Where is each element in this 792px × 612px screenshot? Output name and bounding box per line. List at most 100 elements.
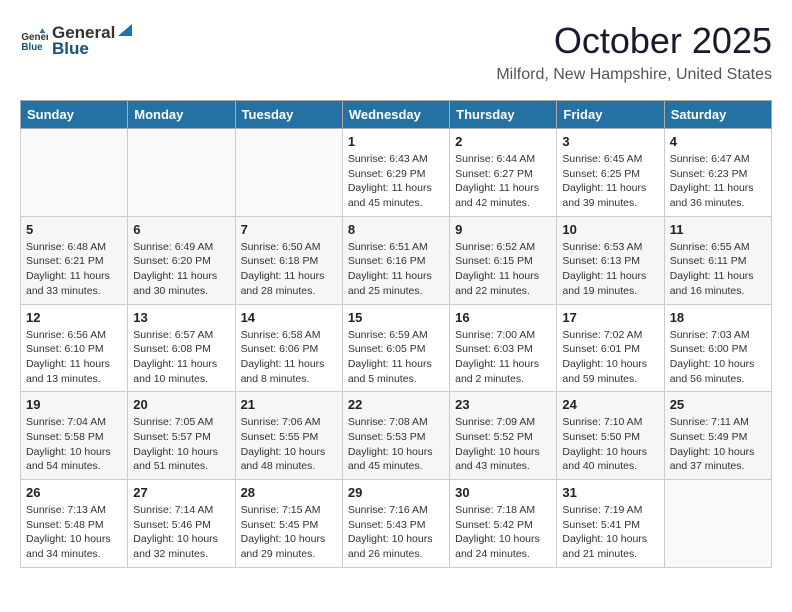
day-info: Sunrise: 6:57 AM Sunset: 6:08 PM Dayligh… [133,328,229,387]
day-number: 12 [26,310,122,325]
calendar-cell: 14Sunrise: 6:58 AM Sunset: 6:06 PM Dayli… [235,304,342,392]
calendar-cell: 17 Sunrise: 7:02 AM Sunset: 6:01 PM Dayli… [557,304,664,392]
day-number: 20 [133,397,229,412]
calendar-cell [21,129,128,217]
day-number: 25 [670,397,766,412]
day-number: 15 [348,310,444,325]
page-header: General Blue General Blue October 2025 M… [20,20,772,84]
calendar-cell: 29Sunrise: 7:16 AM Sunset: 5:43 PM Dayli… [342,480,449,568]
day-info: Sunrise: 6:45 AM Sunset: 6:25 PM Dayligh… [562,152,658,211]
day-number: 17 [562,310,658,325]
svg-text:Blue: Blue [21,41,43,52]
day-number: 18 [670,310,766,325]
calendar-cell: 8 Sunrise: 6:51 AM Sunset: 6:16 PM Daylig… [342,216,449,304]
calendar-cell: 7 Sunrise: 6:50 AM Sunset: 6:18 PM Daylig… [235,216,342,304]
logo-triangle-icon [116,20,134,38]
calendar-cell [664,480,771,568]
day-info: Sunrise: 6:53 AM Sunset: 6:13 PM Dayligh… [562,240,658,299]
weekday-header-monday: Monday [128,101,235,129]
day-info: Sunrise: 7:05 AM Sunset: 5:57 PM Dayligh… [133,415,229,474]
day-info: Sunrise: 7:16 AM Sunset: 5:43 PM Dayligh… [348,503,444,562]
day-info: Sunrise: 7:18 AM Sunset: 5:42 PM Dayligh… [455,503,551,562]
day-number: 31 [562,485,658,500]
day-number: 3 [562,134,658,149]
calendar-cell: 9 Sunrise: 6:52 AM Sunset: 6:15 PM Daylig… [450,216,557,304]
day-number: 24 [562,397,658,412]
calendar-cell: 18 Sunrise: 7:03 AM Sunset: 6:00 PM Dayli… [664,304,771,392]
calendar-cell: 31Sunrise: 7:19 AM Sunset: 5:41 PM Dayli… [557,480,664,568]
weekday-header-tuesday: Tuesday [235,101,342,129]
day-info: Sunrise: 7:09 AM Sunset: 5:52 PM Dayligh… [455,415,551,474]
day-info: Sunrise: 7:10 AM Sunset: 5:50 PM Dayligh… [562,415,658,474]
calendar-cell: 6 Sunrise: 6:49 AM Sunset: 6:20 PM Daylig… [128,216,235,304]
calendar-cell: 25 Sunrise: 7:11 AM Sunset: 5:49 PM Dayli… [664,392,771,480]
calendar-week-3: 12 Sunrise: 6:56 AM Sunset: 6:10 PM Dayli… [21,304,772,392]
day-number: 1 [348,134,444,149]
calendar-week-2: 5 Sunrise: 6:48 AM Sunset: 6:21 PM Daylig… [21,216,772,304]
weekday-header-row: SundayMondayTuesdayWednesdayThursdayFrid… [21,101,772,129]
weekday-header-friday: Friday [557,101,664,129]
calendar-cell: 10Sunrise: 6:53 AM Sunset: 6:13 PM Dayli… [557,216,664,304]
day-info: Sunrise: 7:13 AM Sunset: 5:48 PM Dayligh… [26,503,122,562]
day-number: 2 [455,134,551,149]
calendar-cell: 12 Sunrise: 6:56 AM Sunset: 6:10 PM Dayli… [21,304,128,392]
day-info: Sunrise: 6:50 AM Sunset: 6:18 PM Dayligh… [241,240,337,299]
calendar-cell: 1 Sunrise: 6:43 AM Sunset: 6:29 PM Daylig… [342,129,449,217]
calendar-cell: 2 Sunrise: 6:44 AM Sunset: 6:27 PM Daylig… [450,129,557,217]
calendar-cell: 13Sunrise: 6:57 AM Sunset: 6:08 PM Dayli… [128,304,235,392]
weekday-header-sunday: Sunday [21,101,128,129]
day-number: 5 [26,222,122,237]
day-number: 11 [670,222,766,237]
day-info: Sunrise: 7:15 AM Sunset: 5:45 PM Dayligh… [241,503,337,562]
calendar-cell: 19Sunrise: 7:04 AM Sunset: 5:58 PM Dayli… [21,392,128,480]
calendar-week-4: 19Sunrise: 7:04 AM Sunset: 5:58 PM Dayli… [21,392,772,480]
day-info: Sunrise: 6:55 AM Sunset: 6:11 PM Dayligh… [670,240,766,299]
calendar-week-5: 26 Sunrise: 7:13 AM Sunset: 5:48 PM Dayli… [21,480,772,568]
calendar-cell: 23 Sunrise: 7:09 AM Sunset: 5:52 PM Dayli… [450,392,557,480]
day-number: 30 [455,485,551,500]
day-info: Sunrise: 6:51 AM Sunset: 6:16 PM Dayligh… [348,240,444,299]
calendar-cell: 20 Sunrise: 7:05 AM Sunset: 5:57 PM Dayli… [128,392,235,480]
day-number: 26 [26,485,122,500]
calendar-cell: 15 Sunrise: 6:59 AM Sunset: 6:05 PM Dayli… [342,304,449,392]
day-info: Sunrise: 6:59 AM Sunset: 6:05 PM Dayligh… [348,328,444,387]
day-info: Sunrise: 7:11 AM Sunset: 5:49 PM Dayligh… [670,415,766,474]
day-info: Sunrise: 7:00 AM Sunset: 6:03 PM Dayligh… [455,328,551,387]
day-number: 23 [455,397,551,412]
day-info: Sunrise: 6:52 AM Sunset: 6:15 PM Dayligh… [455,240,551,299]
day-info: Sunrise: 7:03 AM Sunset: 6:00 PM Dayligh… [670,328,766,387]
day-number: 16 [455,310,551,325]
day-info: Sunrise: 6:44 AM Sunset: 6:27 PM Dayligh… [455,152,551,211]
day-info: Sunrise: 7:02 AM Sunset: 6:01 PM Dayligh… [562,328,658,387]
weekday-header-thursday: Thursday [450,101,557,129]
day-number: 7 [241,222,337,237]
day-info: Sunrise: 6:56 AM Sunset: 6:10 PM Dayligh… [26,328,122,387]
day-number: 22 [348,397,444,412]
day-number: 21 [241,397,337,412]
calendar-cell [235,129,342,217]
day-number: 8 [348,222,444,237]
month-title: October 2025 [496,20,772,62]
day-number: 4 [670,134,766,149]
day-info: Sunrise: 6:49 AM Sunset: 6:20 PM Dayligh… [133,240,229,299]
calendar-cell: 3 Sunrise: 6:45 AM Sunset: 6:25 PM Daylig… [557,129,664,217]
title-block: October 2025 Milford, New Hampshire, Uni… [496,20,772,84]
day-number: 28 [241,485,337,500]
day-info: Sunrise: 6:48 AM Sunset: 6:21 PM Dayligh… [26,240,122,299]
day-info: Sunrise: 6:47 AM Sunset: 6:23 PM Dayligh… [670,152,766,211]
day-number: 6 [133,222,229,237]
calendar-week-1: 1 Sunrise: 6:43 AM Sunset: 6:29 PM Daylig… [21,129,772,217]
weekday-header-wednesday: Wednesday [342,101,449,129]
calendar-cell: 21 Sunrise: 7:06 AM Sunset: 5:55 PM Dayli… [235,392,342,480]
calendar-cell: 30 Sunrise: 7:18 AM Sunset: 5:42 PM Dayli… [450,480,557,568]
logo: General Blue General Blue [20,20,135,59]
calendar-table: SundayMondayTuesdayWednesdayThursdayFrid… [20,100,772,568]
day-info: Sunrise: 6:43 AM Sunset: 6:29 PM Dayligh… [348,152,444,211]
day-number: 27 [133,485,229,500]
day-number: 9 [455,222,551,237]
calendar-cell: 11 Sunrise: 6:55 AM Sunset: 6:11 PM Dayli… [664,216,771,304]
calendar-cell: 28 Sunrise: 7:15 AM Sunset: 5:45 PM Dayli… [235,480,342,568]
day-number: 14 [241,310,337,325]
day-info: Sunrise: 7:06 AM Sunset: 5:55 PM Dayligh… [241,415,337,474]
calendar-cell: 27Sunrise: 7:14 AM Sunset: 5:46 PM Dayli… [128,480,235,568]
